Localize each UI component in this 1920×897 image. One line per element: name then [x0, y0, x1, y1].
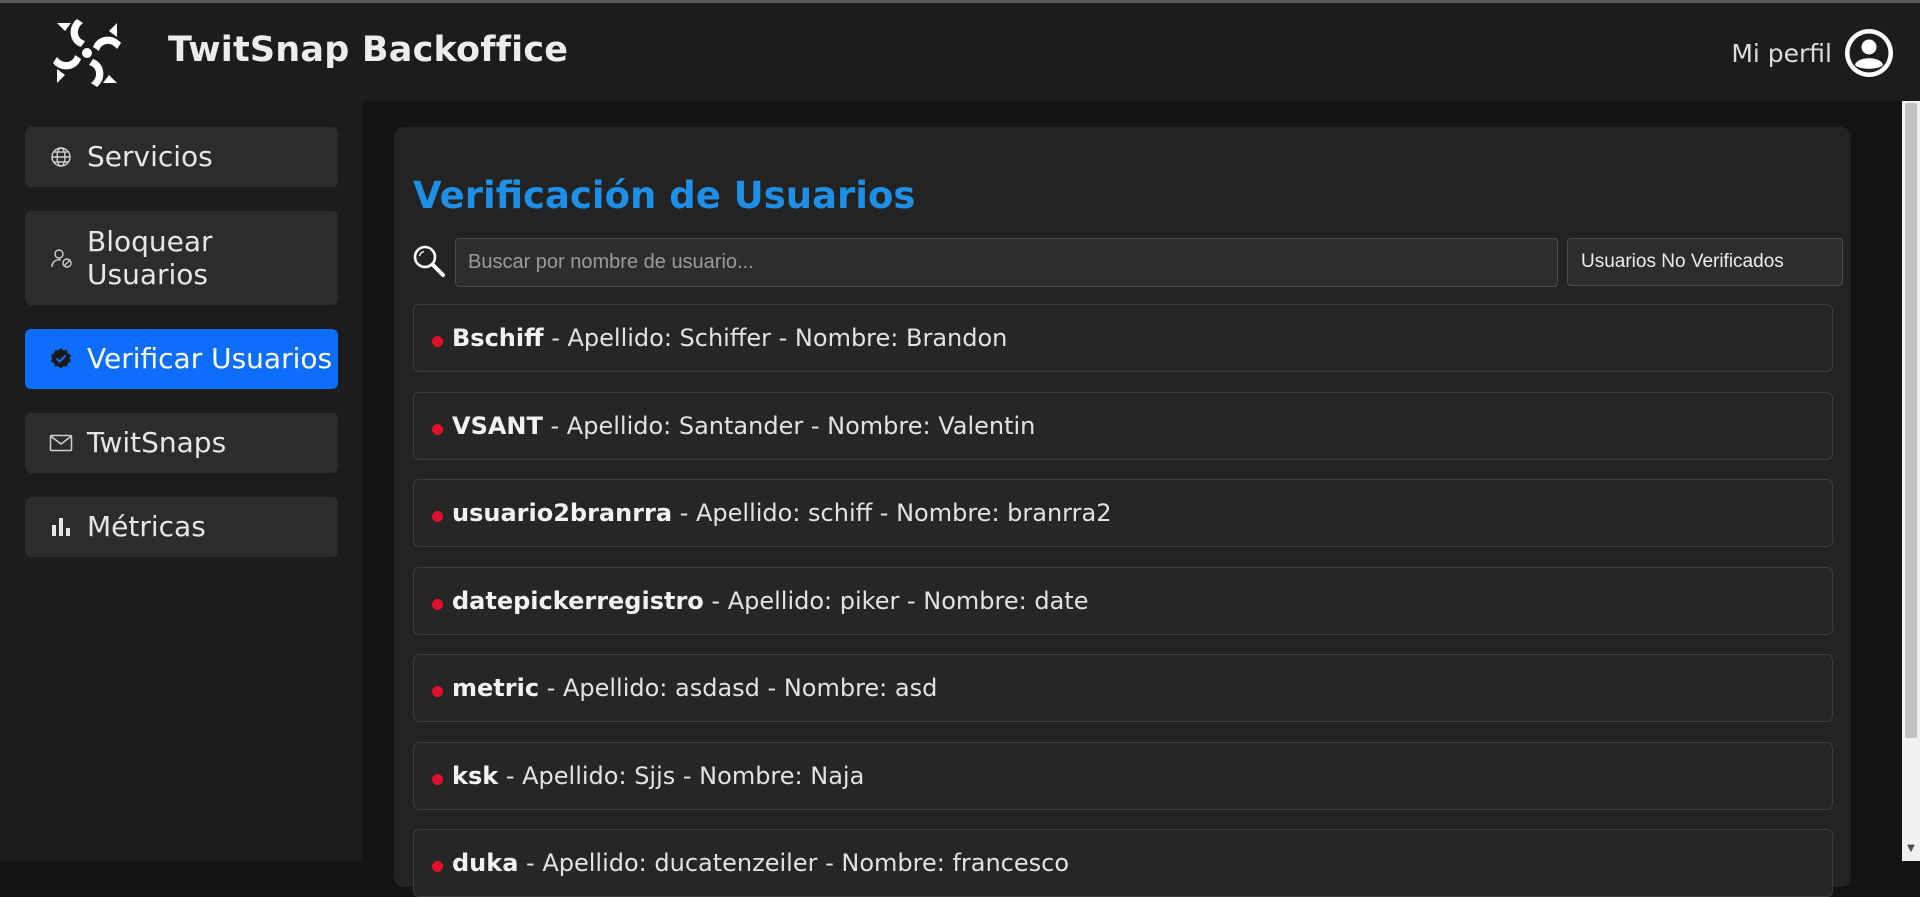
unverified-status-dot — [432, 599, 443, 610]
user-block-icon — [51, 249, 72, 268]
unverified-status-dot — [432, 774, 443, 785]
user-list-item[interactable]: metric - Apellido: asdasd - Nombre: asd — [413, 654, 1833, 722]
user-row-text: usuario2branrra - Apellido: schiff - Nom… — [452, 499, 1111, 527]
sidebar: Servicios Bloquear Usuarios Verificar Us… — [0, 101, 362, 861]
user-row-text: datepickerregistro - Apellido: piker - N… — [452, 587, 1088, 615]
user-list-item[interactable]: ksk - Apellido: Sjjs - Nombre: Naja — [413, 742, 1833, 810]
user-row-text: duka - Apellido: ducatenzeiler - Nombre:… — [452, 849, 1069, 877]
user-list-item[interactable]: duka - Apellido: ducatenzeiler - Nombre:… — [413, 829, 1833, 897]
sidebar-item-verificar-usuarios[interactable]: Verificar Usuarios — [25, 329, 338, 389]
user-row-text: VSANT - Apellido: Santander - Nombre: Va… — [452, 412, 1035, 440]
bar-chart-icon — [52, 518, 70, 536]
unverified-status-dot — [432, 686, 443, 697]
sidebar-item-label: Métricas — [87, 510, 206, 543]
user-details: - Apellido: Santander - Nombre: Valentin — [542, 412, 1036, 440]
user-circle-icon[interactable] — [1843, 27, 1895, 79]
user-list-item[interactable]: VSANT - Apellido: Santander - Nombre: Va… — [413, 392, 1833, 460]
user-row-text: ksk - Apellido: Sjjs - Nombre: Naja — [452, 762, 864, 790]
unverified-status-dot — [432, 336, 443, 347]
globe-icon — [51, 147, 71, 167]
username: duka — [452, 849, 519, 877]
user-list-item[interactable]: datepickerregistro - Apellido: piker - N… — [413, 567, 1833, 635]
scroll-down-arrow-icon[interactable]: ▼ — [1904, 842, 1918, 856]
user-details: - Apellido: Sjjs - Nombre: Naja — [498, 762, 865, 790]
username: VSANT — [452, 412, 543, 440]
verified-badge-icon — [51, 348, 71, 369]
unverified-status-dot — [432, 424, 443, 435]
magnifier-icon — [413, 245, 445, 277]
unverified-status-dot — [432, 511, 443, 522]
sidebar-item-label: Bloquear — [87, 225, 213, 258]
user-list-item[interactable]: Bschiff - Apellido: Schiffer - Nombre: B… — [413, 304, 1833, 372]
user-details: - Apellido: Schiffer - Nombre: Brandon — [543, 324, 1008, 352]
user-details: - Apellido: asdasd - Nombre: asd — [539, 674, 938, 702]
user-row-text: metric - Apellido: asdasd - Nombre: asd — [452, 674, 937, 702]
search-input[interactable] — [455, 238, 1558, 287]
envelope-icon — [49, 434, 73, 452]
username: usuario2branrra — [452, 499, 673, 527]
page-title: Verificación de Usuarios — [413, 174, 916, 217]
user-details: - Apellido: schiff - Nombre: branrra2 — [672, 499, 1112, 527]
twitsnap-logo-icon[interactable] — [46, 13, 128, 93]
username: Bschiff — [452, 324, 544, 352]
sidebar-item-label: Usuarios — [87, 258, 208, 291]
sidebar-item-label: Verificar Usuarios — [87, 342, 333, 375]
scrollbar-thumb[interactable] — [1905, 103, 1917, 738]
sidebar-item-servicios[interactable]: Servicios — [25, 127, 338, 187]
profile-link[interactable]: Mi perfil — [1731, 39, 1832, 68]
user-list-item[interactable]: usuario2branrra - Apellido: schiff - Nom… — [413, 479, 1833, 547]
username: datepickerregistro — [452, 587, 704, 615]
username: metric — [452, 674, 540, 702]
user-details: - Apellido: ducatenzeiler - Nombre: fran… — [518, 849, 1070, 877]
unverified-status-dot — [432, 861, 443, 872]
sidebar-item-bloquear-usuarios[interactable]: Bloquear Usuarios — [25, 211, 338, 305]
verification-filter-select[interactable]: Usuarios No Verificados — [1567, 238, 1843, 286]
app-header: TwitSnap Backoffice Mi perfil — [0, 3, 1920, 101]
app-title: TwitSnap Backoffice — [168, 30, 569, 70]
sidebar-item-twitsnaps[interactable]: TwitSnaps — [25, 413, 338, 473]
username: ksk — [452, 762, 499, 790]
user-details: - Apellido: piker - Nombre: date — [703, 587, 1089, 615]
sidebar-item-metricas[interactable]: Métricas — [25, 497, 338, 557]
sidebar-item-label: TwitSnaps — [87, 426, 227, 459]
user-row-text: Bschiff - Apellido: Schiffer - Nombre: B… — [452, 324, 1007, 352]
sidebar-item-label: Servicios — [87, 140, 213, 173]
